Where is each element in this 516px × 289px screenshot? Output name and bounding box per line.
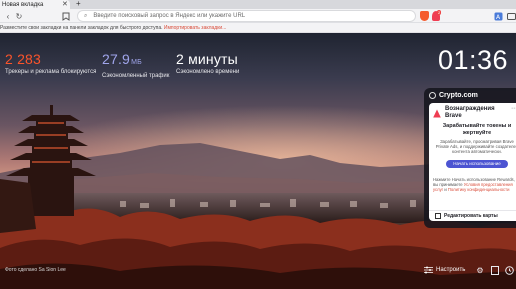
bandwidth-value: 27.9 (102, 51, 131, 67)
bookmarks-bar: Разместите свои закладки на панели закла… (0, 23, 516, 33)
bookmark-icon[interactable] (60, 10, 72, 22)
toolbar: ‹ ↻ ⌕ Введите поисковый запрос в Яндекс … (0, 9, 516, 23)
address-placeholder: Введите поисковый запрос в Яндекс или ук… (93, 13, 246, 19)
photo-credit: Фото сделано Sa Sion Lee (5, 267, 66, 273)
close-tab-icon[interactable]: ✕ (62, 0, 68, 9)
stat-trackers: 2 283 Трекеры и реклама блокируются (5, 51, 96, 75)
crypto-com-icon (429, 92, 436, 99)
edit-cards-label: Редактировать карты (444, 213, 498, 219)
bandwidth-unit: МБ (131, 59, 142, 66)
bat-triangle-icon (433, 109, 441, 118)
rewards-title-line1: Вознаграждения (445, 106, 495, 112)
tab-title: Новая вкладка (2, 1, 44, 8)
sliders-icon (424, 266, 433, 274)
bookmarks-icon[interactable] (490, 264, 500, 276)
rewards-card: Вознаграждения Brave ⋯ Зарабатывайте ток… (429, 103, 516, 221)
wallet-icon[interactable] (505, 10, 516, 22)
bookmarks-hint: Разместите свои закладки на панели закла… (0, 25, 163, 31)
time-saved-label: Сэкономлено времени (176, 69, 240, 75)
search-icon: ⌕ (84, 12, 88, 19)
rewards-subtitle: Зарабатывайте токены и жертвуйте (442, 123, 512, 136)
tab-strip: Новая вкладка ✕ + (0, 0, 516, 9)
privacy-policy-link[interactable]: Политику конфиденциальности (448, 187, 510, 192)
rewards-description: Зарабатывайте, просматривая Brave Privat… (435, 139, 516, 155)
stat-bandwidth: 27.9МБ Сэкономленный трафик (102, 51, 169, 79)
translate-icon[interactable]: A (492, 10, 504, 22)
rewards-badge: 2 (437, 10, 442, 15)
stat-time: 2 минуты Сэкономлено времени (176, 51, 239, 75)
start-rewards-button[interactable]: Начать использование Rewards (446, 159, 508, 174)
time-saved-value: 2 минуты (176, 51, 238, 67)
new-tab-button[interactable]: + (76, 0, 81, 9)
customize-label: Настроить (436, 267, 466, 273)
settings-gear-icon[interactable]: ⚙ (475, 264, 485, 276)
reload-icon[interactable]: ↻ (13, 10, 25, 22)
trackers-label: Трекеры и реклама блокируются (5, 69, 97, 75)
more-options-icon[interactable]: ⋯ (511, 105, 516, 112)
clock: 01:36 (438, 45, 509, 75)
new-tab-page: 2 283 Трекеры и реклама блокируются 27.9… (0, 33, 516, 289)
rewards-fine-print: Нажмите Начать использование Rewards, вы… (433, 177, 516, 193)
crypto-widget-header[interactable]: Crypto.com (429, 92, 511, 99)
edit-cards-button[interactable]: Редактировать карты (429, 210, 516, 221)
customize-button[interactable]: Настроить (424, 263, 465, 277)
cards-widget: Crypto.com Вознаграждения Brave ⋯ Зараба… (424, 88, 516, 228)
import-bookmarks-link[interactable]: Импортировать закладки... (164, 25, 226, 31)
history-icon[interactable] (504, 264, 514, 276)
bandwidth-label: Сэкономленный трафик (102, 73, 170, 79)
address-bar[interactable]: ⌕ Введите поисковый запрос в Яндекс или … (77, 10, 416, 22)
trackers-count: 2 283 (5, 51, 42, 67)
crypto-widget-title: Crypto.com (439, 92, 478, 99)
fine-print-text-2: и (444, 187, 447, 193)
tab-new-tab[interactable]: Новая вкладка (0, 0, 70, 9)
brave-shields-icon[interactable] (420, 11, 429, 21)
edit-cards-icon (435, 213, 441, 219)
rewards-title-line2: Brave (445, 113, 462, 119)
